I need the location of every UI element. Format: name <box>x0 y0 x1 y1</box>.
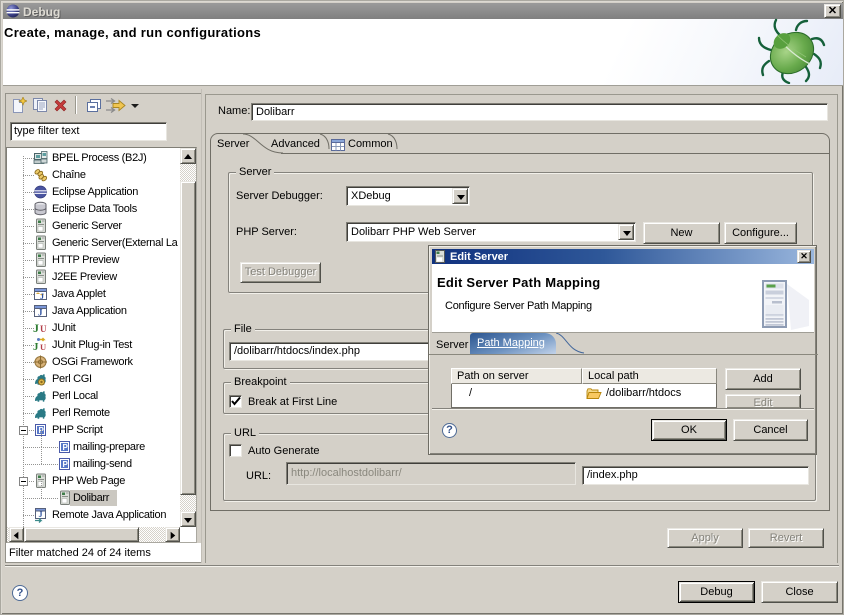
svg-text:J: J <box>33 321 39 335</box>
svg-text:J: J <box>40 292 44 301</box>
svg-text:U: U <box>40 342 46 352</box>
svg-text:J: J <box>39 510 43 519</box>
svg-text:U: U <box>40 324 47 334</box>
svg-text:J: J <box>33 341 39 353</box>
